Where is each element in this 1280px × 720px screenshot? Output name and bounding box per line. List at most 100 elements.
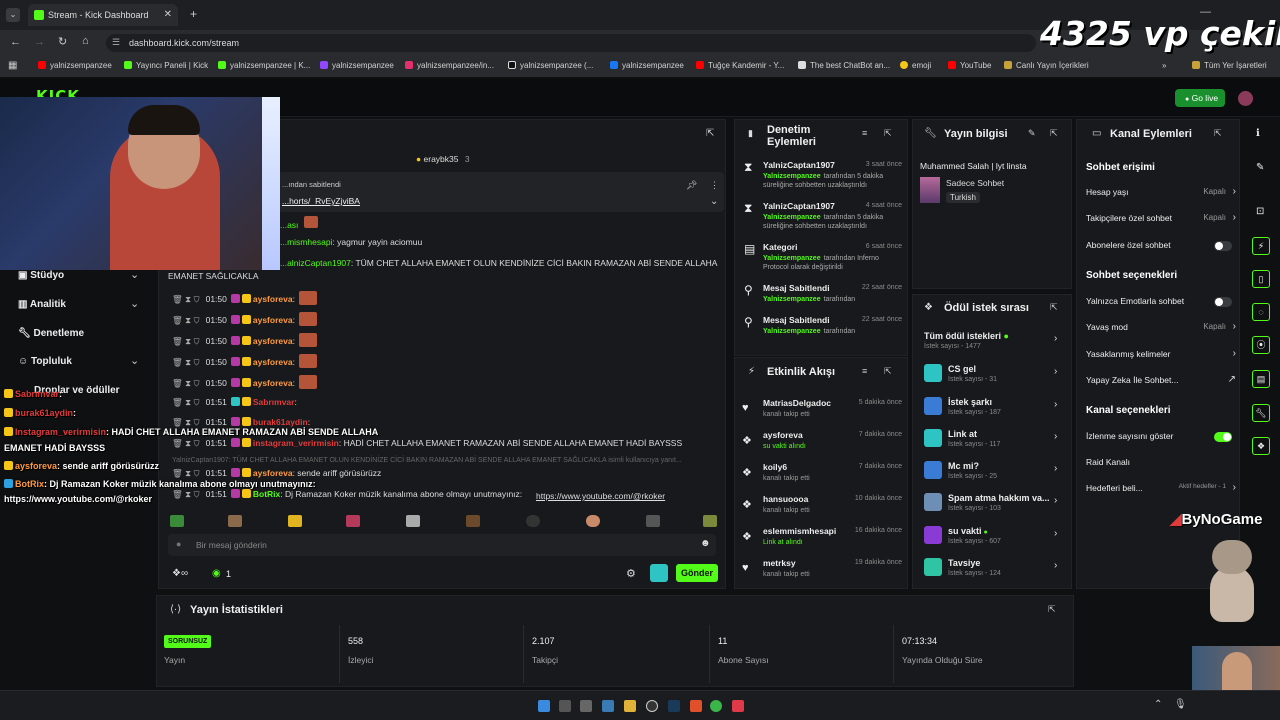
forward-icon[interactable]: →	[34, 36, 45, 48]
emote-icon[interactable]	[703, 515, 717, 527]
emoji-icon[interactable]: ☻	[700, 538, 711, 549]
channel-setting-row[interactable]: Hesap yaşı Kapalı ›	[1086, 186, 1236, 201]
chat-username[interactable]: Sabrımvar	[253, 397, 295, 407]
channel-setting-row[interactable]: Raid Kanalı	[1086, 457, 1232, 471]
emote-icon[interactable]	[170, 515, 184, 527]
bookmark-item[interactable]: The best ChatBot an...	[798, 61, 890, 70]
chevron-right-icon[interactable]: ›	[1054, 528, 1057, 539]
popout-icon[interactable]: ⇱	[884, 366, 892, 377]
chevron-down-icon[interactable]: ⌄	[130, 354, 139, 367]
mod-quick-actions-icon[interactable]: 🗑︎ ⧗ ⛉	[172, 336, 200, 346]
task-view-icon[interactable]	[580, 700, 592, 712]
bookmark-item[interactable]: yalnizsempanzee/in...	[405, 61, 494, 70]
toggle-switch[interactable]	[1214, 432, 1232, 442]
popout-icon[interactable]: ⇱	[706, 128, 714, 139]
tab-kick-dashboard[interactable]: Stream - Kick Dashboard ✕	[28, 4, 178, 26]
reward-row[interactable]: Spam atma hakkım va... İstek sayısı - 103…	[924, 493, 1064, 517]
pin-icon[interactable]: 📌︎	[686, 180, 697, 191]
popout-icon[interactable]: ⇱	[884, 128, 892, 139]
chat-username[interactable]: aysforeva	[253, 357, 293, 367]
popout-icon[interactable]: ⇱	[1050, 128, 1058, 139]
wrench-button[interactable]: 🔧︎	[1252, 404, 1270, 422]
tray-up-icon[interactable]: ⌃	[1154, 699, 1162, 710]
chevron-right-icon[interactable]: ›	[1233, 482, 1236, 493]
chat-username[interactable]: aysforeva	[253, 468, 293, 478]
chevron-right-icon[interactable]: ›	[1054, 333, 1057, 344]
edit-icon[interactable]: ✎	[1256, 162, 1264, 173]
mod-quick-actions-icon[interactable]: 🗑︎ ⧗ ⛉	[172, 357, 200, 367]
bookmark-item[interactable]: Yayıncı Paneli | Kick	[124, 61, 208, 70]
chevron-right-icon[interactable]: ›	[1233, 321, 1236, 332]
chevron-right-icon[interactable]: ›	[1054, 463, 1057, 474]
emote-icon[interactable]	[228, 515, 242, 527]
mod-quick-actions-icon[interactable]: 🗑︎ ⧗ ⛉	[172, 438, 200, 448]
channel-setting-row[interactable]: Yasaklanmış kelimeler ›	[1086, 348, 1236, 363]
mod-quick-actions-icon[interactable]: 🗑︎ ⧗ ⛉	[172, 294, 200, 304]
all-bookmarks[interactable]: Tüm Yer İşaretleri	[1192, 61, 1267, 70]
tab-list-icon[interactable]: ⌄	[6, 8, 20, 22]
activity-row[interactable]: ❖ koily6 7 dakika önce kanalı takip etti	[742, 462, 902, 488]
chevron-down-icon[interactable]: ⌄	[710, 196, 718, 207]
mod-quick-actions-icon[interactable]: 🗑︎ ⧗ ⛉	[172, 315, 200, 325]
emote-icon[interactable]	[288, 515, 302, 527]
filter-icon[interactable]: ≡	[862, 128, 867, 138]
reward-row[interactable]: İstek şarkı İstek sayısı - 187 ›	[924, 397, 1064, 421]
steam-icon[interactable]	[668, 700, 680, 712]
mod-quick-actions-icon[interactable]: 🗑︎ ⧗ ⛉	[172, 378, 200, 388]
broadcast-button[interactable]: ⦿	[1252, 336, 1270, 354]
channel-setting-row[interactable]: Yalnızca Emotlarla sohbet	[1086, 296, 1232, 310]
sidebar-item-community[interactable]: ☺ Topluluk	[18, 356, 72, 367]
list-button[interactable]: ▤	[1252, 370, 1270, 388]
site-info-icon[interactable]: ☰	[112, 37, 120, 48]
filter-icon[interactable]: ≡	[862, 366, 867, 376]
reward-row[interactable]: su vakti ● İstek sayısı - 607 ›	[924, 526, 1064, 550]
chevron-right-icon[interactable]: ›	[1054, 560, 1057, 571]
chat-username[interactable]: aysforeva	[253, 294, 293, 304]
chat-username[interactable]: aysforeva	[253, 336, 293, 346]
go-live-button[interactable]: ● Go live	[1175, 89, 1225, 107]
mod-quick-actions-icon[interactable]: 🗑︎ ⧗ ⛉	[172, 489, 200, 499]
reward-all[interactable]: Tüm ödül istekleri ● İstek sayısı - 1477…	[924, 331, 1064, 355]
chat-username[interactable]: burak61aydin	[253, 417, 308, 427]
reward-row[interactable]: CS gel İstek sayısı - 31 ›	[924, 364, 1064, 388]
apps-icon[interactable]: ▦	[8, 60, 17, 71]
chat-username[interactable]: aysforeva	[253, 378, 293, 388]
chrome-icon[interactable]	[710, 700, 722, 712]
bookmark-folder[interactable]: Canlı Yayın İçerikleri	[1004, 61, 1089, 70]
obs-icon[interactable]	[646, 700, 658, 712]
sidebar-item-analytics[interactable]: ▥ Analitik	[18, 299, 66, 310]
settings-gear-icon[interactable]: ⚙	[626, 567, 636, 580]
reward-row[interactable]: Tavsiye İstek sayısı - 124 ›	[924, 558, 1064, 582]
channel-setting-row[interactable]: Yavaş mod Kapalı ›	[1086, 321, 1236, 336]
moderation-action-row[interactable]: ⚲ Mesaj Sabitlendi 22 saat önce Yalnizsempa…	[742, 283, 902, 319]
chevron-right-icon[interactable]: ›	[1054, 431, 1057, 442]
bookmark-item[interactable]: YouTube	[948, 61, 991, 70]
start-icon[interactable]	[538, 700, 550, 712]
moderation-action-row[interactable]: ⧗ YalnizCaptan1907 4 saat önce Yalnizsempan…	[742, 201, 902, 237]
toggle-switch[interactable]	[1214, 241, 1232, 251]
emote-icon[interactable]	[586, 515, 600, 527]
emote-icon[interactable]	[526, 515, 540, 527]
channel-setting-row[interactable]: Takipçilere özel sohbet Kapalı ›	[1086, 212, 1236, 227]
channel-setting-row[interactable]: Abonelere özel sohbet	[1086, 240, 1232, 254]
chevron-right-icon[interactable]: ›	[1233, 186, 1236, 197]
moderation-action-row[interactable]: ⚲ Mesaj Sabitlendi 22 saat önce Yalnizsempa…	[742, 315, 902, 351]
toggle-switch[interactable]	[1214, 297, 1232, 307]
mod-quick-actions-icon[interactable]: 🗑︎ ⧗ ⛉	[172, 417, 200, 427]
app-icon[interactable]	[732, 700, 744, 712]
mod-quick-actions-icon[interactable]: 🗑︎ ⧗ ⛉	[172, 468, 200, 478]
infinity-icon[interactable]: ❖∞	[172, 568, 188, 579]
reload-icon[interactable]: ↻	[58, 35, 67, 48]
sidebar-item-studio[interactable]: ▣ Stüdyo	[18, 270, 64, 281]
search-icon[interactable]	[559, 700, 571, 712]
moderation-action-row[interactable]: ⧗ YalnizCaptan1907 3 saat önce Yalnizsempan…	[742, 160, 902, 196]
popout-icon[interactable]: ⇱	[1050, 302, 1058, 313]
chat-username[interactable]: instagram_verirmisin	[253, 438, 339, 448]
bookmark-item[interactable]: Tuğçe Kandemir - Y...	[696, 61, 784, 70]
edit-icon[interactable]: ✎	[1028, 128, 1036, 139]
bookmark-item[interactable]: yalnizsempanzee	[610, 61, 684, 70]
pinned-message[interactable]: ...ından sabitlendi ...horts/_RvEyZjviBA…	[278, 172, 724, 212]
botrix-link[interactable]: https://www.youtube.com/@rkoker	[536, 491, 665, 501]
bookmark-item[interactable]: yalnizsempanzee	[38, 61, 112, 70]
channel-setting-row[interactable]: Hedefleri beli... Aktif hedefler - 1 ›	[1086, 482, 1236, 497]
